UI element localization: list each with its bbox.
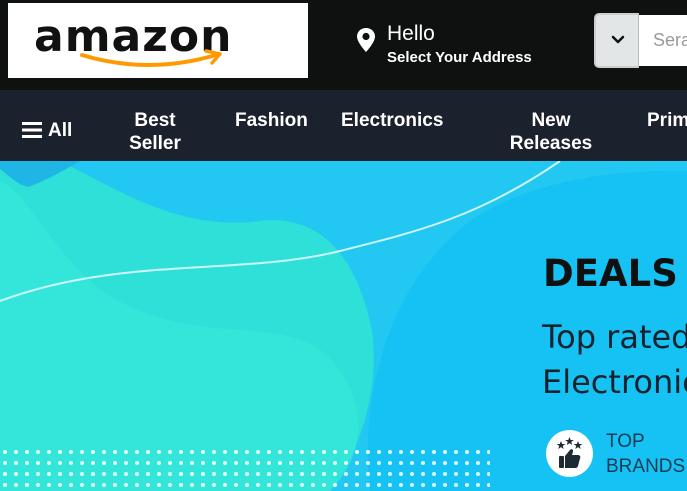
greeting-text[interactable]: Hello bbox=[387, 22, 435, 46]
nav-bar: All Best Seller Fashion Electronics New … bbox=[0, 90, 687, 161]
nav-item-prime[interactable]: Prime bbox=[647, 109, 687, 132]
deals-heading: DEALS bbox=[543, 252, 678, 295]
select-address-link[interactable]: Select Your Address bbox=[387, 49, 532, 67]
deals-subtitle-line1: Top rated bbox=[542, 318, 687, 356]
top-brands-label: TOP BRANDS bbox=[606, 429, 685, 479]
amazon-logo[interactable]: amazon bbox=[8, 3, 308, 78]
search-category-dropdown[interactable] bbox=[594, 13, 639, 68]
nav-all-label: All bbox=[48, 120, 73, 141]
star-badge-icon bbox=[546, 430, 593, 477]
thumbs-up-icon bbox=[556, 437, 583, 468]
top-header: amazon Hello Select Your Address bbox=[0, 0, 687, 90]
search-input[interactable] bbox=[639, 15, 687, 66]
location-pin-icon[interactable] bbox=[356, 27, 376, 53]
top-brands-line1: TOP bbox=[606, 431, 645, 452]
chevron-down-icon bbox=[611, 35, 625, 44]
nav-item-electronics[interactable]: Electronics bbox=[341, 109, 443, 132]
deals-subtitle-line2: Electronics bbox=[542, 363, 687, 401]
hamburger-menu-icon bbox=[22, 122, 42, 138]
nav-item-fashion[interactable]: Fashion bbox=[235, 109, 308, 132]
nav-item-new-releases[interactable]: New Releases bbox=[496, 109, 606, 155]
hero-banner[interactable]: DEALS Top rated Electronics TOP BRANDS bbox=[0, 161, 687, 491]
top-brands-line2: BRANDS bbox=[606, 456, 686, 477]
logo-smile-icon bbox=[80, 49, 222, 67]
nav-item-best-seller[interactable]: Best Seller bbox=[120, 109, 190, 155]
